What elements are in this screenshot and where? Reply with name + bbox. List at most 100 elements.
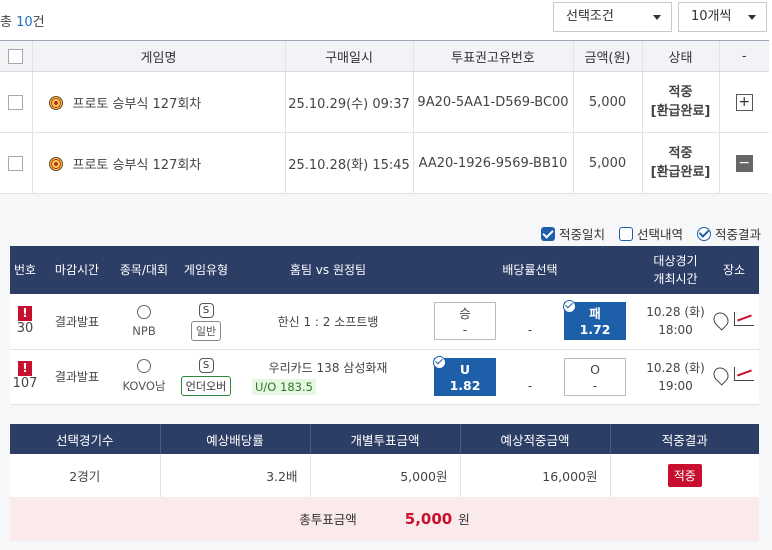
map-pin-icon[interactable] xyxy=(710,309,732,331)
map-pin-icon[interactable] xyxy=(710,364,732,386)
refund-status: [환급완료] xyxy=(650,165,711,180)
expected-odds: 3.2배 xyxy=(159,454,310,498)
match-date: 10.28 (화) xyxy=(646,305,705,320)
match-row: ! 30 결과발표 NPB S 일반 한신 1 : 2 소프트뱅 승- - 패 1.7… xyxy=(10,294,759,350)
odds-value: - xyxy=(462,322,468,338)
s-badge: S xyxy=(198,358,214,373)
odds-draw: - xyxy=(527,378,533,393)
match-number-cell: ! 107 xyxy=(10,349,40,405)
trend-chart-icon[interactable] xyxy=(734,311,754,326)
count-suffix: 건 xyxy=(32,15,45,30)
table-row[interactable]: 프로토 승부식 127회차 25.10.28(화) 15:45 AA20-192… xyxy=(0,132,769,194)
select-all-checkbox[interactable] xyxy=(8,48,24,64)
col-sport: 종목/대회 xyxy=(114,246,174,294)
detail-table: 번호 마감시간 종목/대회 게임유형 홈팀 vs 원정팀 배당률선택 대상경기개… xyxy=(10,246,759,405)
s-badge: S xyxy=(198,302,214,318)
match-number-cell: ! 30 xyxy=(10,294,40,350)
list-toolbar: 총 10건 선택조건 10개씩 xyxy=(0,0,772,40)
venue-cell xyxy=(709,349,759,405)
check-circle-icon xyxy=(697,227,711,241)
refund-status: [환급완료] xyxy=(650,104,711,119)
select-all-cell xyxy=(0,40,32,72)
match-time: 18:00 xyxy=(658,323,693,338)
row-checkbox[interactable] xyxy=(8,155,24,171)
status-cell: 적중 [환급완료] xyxy=(641,132,719,194)
col-no: 번호 xyxy=(10,246,40,294)
away-team: 소프트뱅 xyxy=(334,314,379,329)
odds-option-under[interactable]: U 1.82 xyxy=(433,355,496,396)
trend-chart-icon[interactable] xyxy=(734,367,754,381)
collapse-button[interactable]: − xyxy=(735,154,753,172)
odds-option-over[interactable]: O- xyxy=(564,357,626,396)
detail-header-row: 번호 마감시간 종목/대회 게임유형 홈팀 vs 원정팀 배당률선택 대상경기개… xyxy=(10,246,759,294)
table-row[interactable]: 프로토 승부식 127회차 25.10.29(수) 09:37 9A20-5AA… xyxy=(0,71,769,133)
ticket-id: AA20-1926-9569-BB10 xyxy=(412,132,573,194)
col-amount: 금액(원) xyxy=(572,40,642,72)
count-number: 10 xyxy=(16,15,33,30)
game-name: 프로토 승부식 127회차 xyxy=(72,157,202,173)
target-icon xyxy=(48,95,63,110)
game-name-cell: 프로토 승부식 127회차 xyxy=(31,132,285,194)
selected-games: 2경기 xyxy=(10,454,160,498)
col-bet-amount: 개별투표금액 xyxy=(309,424,460,454)
col-venue: 장소 xyxy=(709,246,759,294)
col-date: 구매일시 xyxy=(284,40,413,72)
total-bet-bar: 총투표금액 5,000 원 xyxy=(10,497,759,541)
odds-value: - xyxy=(592,377,598,393)
under-over-line: U/O 183.5 xyxy=(252,378,316,395)
condition-select[interactable]: 선택조건 xyxy=(553,2,672,32)
odds-option-win[interactable]: 승- xyxy=(434,302,496,341)
col-toggle: - xyxy=(718,40,769,72)
status-label: 적중 xyxy=(668,146,693,161)
col-odds: 배당률선택 xyxy=(418,246,642,294)
legend-result-label: 적중결과 xyxy=(715,227,762,242)
check-circle-icon xyxy=(433,355,446,369)
bet-amount: 5,000원 xyxy=(309,454,460,498)
status-label: 적중 xyxy=(668,85,693,100)
venue-cell xyxy=(709,294,759,350)
match-date: 10.28 (화) xyxy=(646,360,705,375)
odds-value: 1.82 xyxy=(449,377,481,393)
page-size-value: 10개씩 xyxy=(691,9,732,24)
row-checkbox[interactable] xyxy=(8,94,24,110)
legend-match-label: 적중일치 xyxy=(559,227,606,242)
match-number: 107 xyxy=(12,376,38,391)
volleyball-icon xyxy=(137,359,151,373)
summary-row: 2경기 3.2배 5,000원 16,000원 적중 xyxy=(10,454,759,498)
target-icon xyxy=(48,156,63,171)
col-date-line2: 개최시간 xyxy=(653,272,698,286)
box-outline-icon xyxy=(619,227,633,241)
purchase-table: 게임명 구매일시 투표권고유번호 금액(원) 상태 - 프로토 승부식 127회… xyxy=(0,40,769,194)
match-datetime: 10.28 (화) 18:00 xyxy=(642,294,709,350)
alert-icon: ! xyxy=(18,361,32,376)
alert-icon: ! xyxy=(18,305,32,321)
col-type: 게임유형 xyxy=(174,246,238,294)
score: 138 xyxy=(316,360,340,375)
summary-header-row: 선택경기수 예상배당률 개별투표금액 예상적중금액 적중결과 xyxy=(10,424,759,454)
row-checkbox-cell xyxy=(0,132,32,194)
odds-cell: 승- - 패 1.72 xyxy=(418,294,642,350)
teams-cell: 우리카드 138 삼성화재 U/O 183.5 xyxy=(238,349,418,405)
expand-button[interactable]: + xyxy=(735,93,753,111)
legend-selection-label: 선택내역 xyxy=(637,227,684,242)
page-size-select[interactable]: 10개씩 xyxy=(678,2,767,32)
col-game: 게임명 xyxy=(31,40,285,72)
table-header-row: 게임명 구매일시 투표권고유번호 금액(원) 상태 - xyxy=(0,40,769,72)
chevron-down-icon xyxy=(653,15,661,20)
legend-result: 적중결과 xyxy=(697,224,761,243)
col-date-line1: 대상경기 xyxy=(653,254,698,268)
score: 1 : 2 xyxy=(303,314,331,329)
odds-option-loss[interactable]: 패 1.72 xyxy=(563,300,626,341)
odds-cell: U 1.82 - O- xyxy=(418,349,642,405)
col-selected-games: 선택경기수 xyxy=(10,424,160,454)
col-expected-odds: 예상배당률 xyxy=(159,424,310,454)
toggle-cell: − xyxy=(718,132,769,194)
total-unit: 원 xyxy=(458,512,470,527)
col-teams: 홈팀 vs 원정팀 xyxy=(238,246,418,294)
expected-payout: 16,000원 xyxy=(459,454,610,498)
amount: 5,000 xyxy=(572,132,642,194)
row-checkbox-cell xyxy=(0,71,32,133)
home-team: 우리카드 xyxy=(268,360,313,375)
col-deadline: 마감시간 xyxy=(40,246,114,294)
game-type: 언더오버 xyxy=(180,376,232,396)
